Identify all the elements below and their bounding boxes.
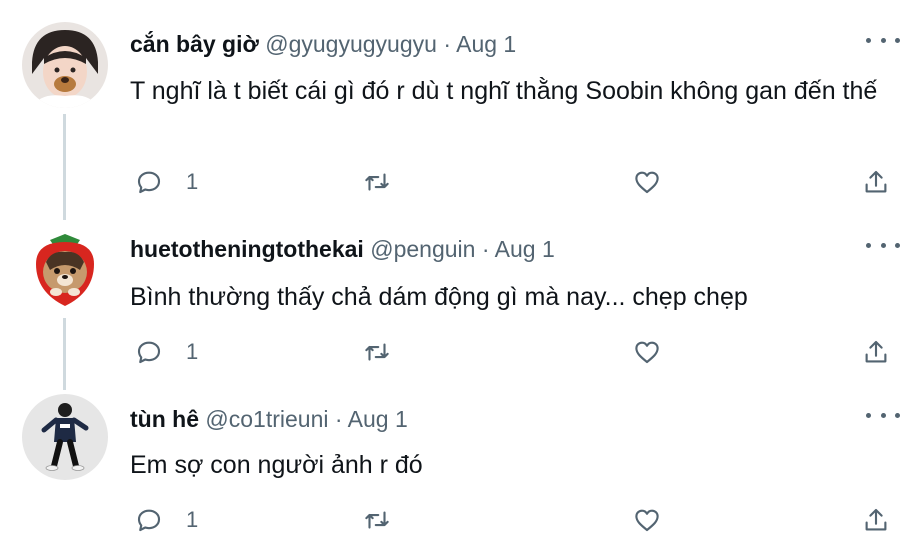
tweet-actions: 1 (130, 162, 910, 202)
separator: · (334, 406, 343, 432)
more-icon[interactable] (866, 405, 900, 425)
avatar[interactable] (22, 22, 108, 108)
like-button[interactable] (632, 162, 662, 202)
retweet-button[interactable] (362, 332, 392, 372)
like-button[interactable] (632, 332, 662, 372)
like-icon (635, 509, 659, 532)
display-name[interactable]: huetotheningtothekai (130, 236, 364, 262)
tweet-2[interactable]: huetotheningtothekai @penguin · Aug 1 Bì… (0, 220, 923, 390)
tweet-3[interactable]: tùn hê @co1trieuni · Aug 1 Em sợ con ngư… (0, 390, 923, 557)
timestamp[interactable]: Aug 1 (495, 236, 555, 262)
thread-line (63, 114, 66, 220)
reply-button[interactable]: 1 (134, 332, 198, 372)
share-button[interactable] (861, 332, 891, 372)
tweet-text: Em sợ con người ảnh r đó (130, 451, 423, 479)
like-button[interactable] (632, 500, 662, 540)
display-name[interactable]: cắn bây giờ (130, 31, 259, 57)
reply-count: 1 (186, 169, 199, 194)
share-icon (865, 508, 887, 531)
reply-icon (137, 171, 161, 194)
tweet-actions: 1 (130, 500, 910, 540)
reply-button[interactable]: 1 (134, 500, 198, 540)
tweet-header: tùn hê @co1trieuni · Aug 1 (130, 405, 408, 433)
user-handle[interactable]: @penguin (370, 236, 475, 262)
retweet-icon (365, 511, 389, 529)
retweet-button[interactable] (362, 162, 392, 202)
tweet-header: huetotheningtothekai @penguin · Aug 1 (130, 235, 555, 263)
share-button[interactable] (861, 500, 891, 540)
like-icon (635, 171, 659, 194)
tweet-header: cắn bây giờ @gyugyugyugyu · Aug 1 (130, 30, 516, 58)
user-handle[interactable]: @co1trieuni (205, 406, 328, 432)
tweet-text: Bình thường thấy chả dám động gì mà nay.… (130, 283, 748, 311)
separator: · (481, 236, 490, 262)
timestamp[interactable]: Aug 1 (456, 31, 516, 57)
tweet-1[interactable]: cắn bây giờ @gyugyugyugyu · Aug 1 T nghĩ… (0, 0, 923, 220)
retweet-button[interactable] (362, 500, 392, 540)
display-name[interactable]: tùn hê (130, 406, 199, 432)
user-handle[interactable]: @gyugyugyugyu (265, 31, 437, 57)
timestamp[interactable]: Aug 1 (348, 406, 408, 432)
separator: · (443, 31, 451, 57)
reply-icon (137, 341, 161, 364)
reply-count: 1 (186, 339, 199, 364)
more-icon[interactable] (866, 30, 900, 50)
avatar[interactable] (22, 224, 108, 310)
share-icon (865, 340, 887, 363)
reply-button[interactable]: 1 (134, 162, 198, 202)
avatar[interactable] (22, 394, 108, 480)
retweet-icon (365, 343, 389, 361)
like-icon (635, 341, 659, 364)
retweet-icon (365, 173, 389, 191)
reply-count: 1 (186, 507, 199, 532)
more-icon[interactable] (866, 235, 900, 255)
share-icon (865, 170, 887, 193)
tweet-actions: 1 (130, 332, 910, 372)
thread-line (63, 318, 66, 390)
share-button[interactable] (861, 162, 891, 202)
tweet-text: T nghĩ là t biết cái gì đó r dù t nghĩ t… (130, 77, 878, 105)
reply-icon (137, 509, 161, 532)
